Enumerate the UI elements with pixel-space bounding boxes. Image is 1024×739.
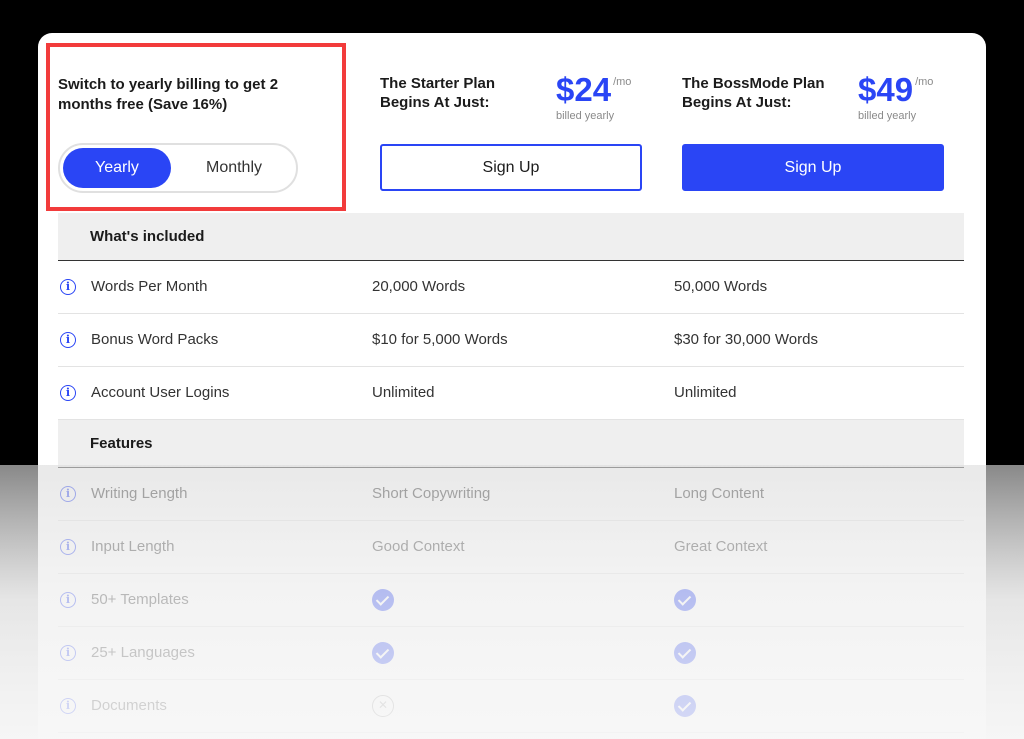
toggle-monthly[interactable]: Monthly bbox=[175, 148, 293, 188]
starter-value: Good Context bbox=[372, 538, 465, 555]
info-icon[interactable]: i bbox=[60, 279, 76, 295]
price-amount: $49 bbox=[858, 71, 914, 108]
starter-value: 20,000 Words bbox=[372, 278, 466, 295]
plan-price: $24/mo billed yearly bbox=[556, 71, 656, 122]
price-period: /mo bbox=[613, 76, 632, 88]
row-label: 25+ Languages bbox=[91, 644, 195, 661]
info-icon[interactable]: i bbox=[60, 385, 76, 401]
billed-note: billed yearly bbox=[858, 110, 917, 122]
section-title: What's included bbox=[90, 228, 205, 245]
bossmode-value: Unlimited bbox=[674, 384, 737, 401]
table-row: i Bonus Word Packs $10 for 5,000 Words $… bbox=[58, 314, 964, 367]
billing-promo-text: Switch to yearly billing to get 2 months… bbox=[58, 76, 279, 113]
x-icon: ✕ bbox=[372, 695, 394, 717]
check-icon bbox=[372, 642, 394, 664]
row-label: Words Per Month bbox=[91, 278, 208, 295]
info-icon[interactable]: i bbox=[60, 486, 76, 502]
starter-value: Unlimited bbox=[372, 384, 435, 401]
row-label: Writing Length bbox=[91, 485, 188, 502]
toggle-yearly[interactable]: Yearly bbox=[63, 148, 171, 188]
info-icon[interactable]: i bbox=[60, 645, 76, 661]
row-label: Bonus Word Packs bbox=[91, 331, 219, 348]
bossmode-signup-button[interactable]: Sign Up bbox=[682, 144, 944, 191]
table-row: i Writing Length Short Copywriting Long … bbox=[58, 468, 964, 521]
starter-value: Short Copywriting bbox=[372, 485, 491, 502]
bossmode-value: Long Content bbox=[674, 485, 765, 502]
pricing-card: Switch to yearly billing to get 2 months… bbox=[38, 33, 986, 739]
billed-note: billed yearly bbox=[556, 110, 615, 122]
starter-value: $10 for 5,000 Words bbox=[372, 331, 508, 348]
plan-price: $49/mo billed yearly bbox=[858, 71, 958, 122]
row-label: Documents bbox=[91, 697, 167, 714]
pricing-header: Switch to yearly billing to get 2 months… bbox=[38, 33, 986, 213]
price-amount: $24 bbox=[556, 71, 612, 108]
bossmode-value: 50,000 Words bbox=[674, 278, 768, 295]
plan-name: The BossMode Plan Begins At Just: bbox=[682, 75, 825, 111]
check-icon bbox=[674, 589, 696, 611]
table-row: i 50+ Templates bbox=[58, 574, 964, 627]
check-icon bbox=[372, 589, 394, 611]
starter-signup-button[interactable]: Sign Up bbox=[380, 144, 642, 191]
table-row: i 25+ Languages bbox=[58, 627, 964, 680]
section-title: Features bbox=[90, 435, 153, 452]
table-row: i Documents ✕ bbox=[58, 680, 964, 733]
check-icon bbox=[674, 642, 696, 664]
table-row: i Account User Logins Unlimited Unlimite… bbox=[58, 367, 964, 420]
bossmode-value: Great Context bbox=[674, 538, 768, 555]
plan-name: The Starter Plan Begins At Just: bbox=[380, 75, 496, 111]
section-whats-included: What's included bbox=[58, 213, 964, 261]
info-icon[interactable]: i bbox=[60, 592, 76, 608]
table-row: i Input Length Good Context Great Contex… bbox=[58, 521, 964, 574]
bossmode-value: $30 for 30,000 Words bbox=[674, 331, 818, 348]
row-label: Input Length bbox=[91, 538, 175, 555]
price-period: /mo bbox=[915, 76, 934, 88]
check-icon bbox=[674, 695, 696, 717]
table-row: i Words Per Month 20,000 Words 50,000 Wo… bbox=[58, 261, 964, 314]
info-icon[interactable]: i bbox=[60, 332, 76, 348]
billing-toggle[interactable]: Yearly Monthly bbox=[58, 143, 298, 193]
row-label: 50+ Templates bbox=[91, 591, 189, 608]
info-icon[interactable]: i bbox=[60, 539, 76, 555]
row-label: Account User Logins bbox=[91, 384, 230, 401]
info-icon[interactable]: i bbox=[60, 698, 76, 714]
section-features: Features bbox=[58, 420, 964, 468]
